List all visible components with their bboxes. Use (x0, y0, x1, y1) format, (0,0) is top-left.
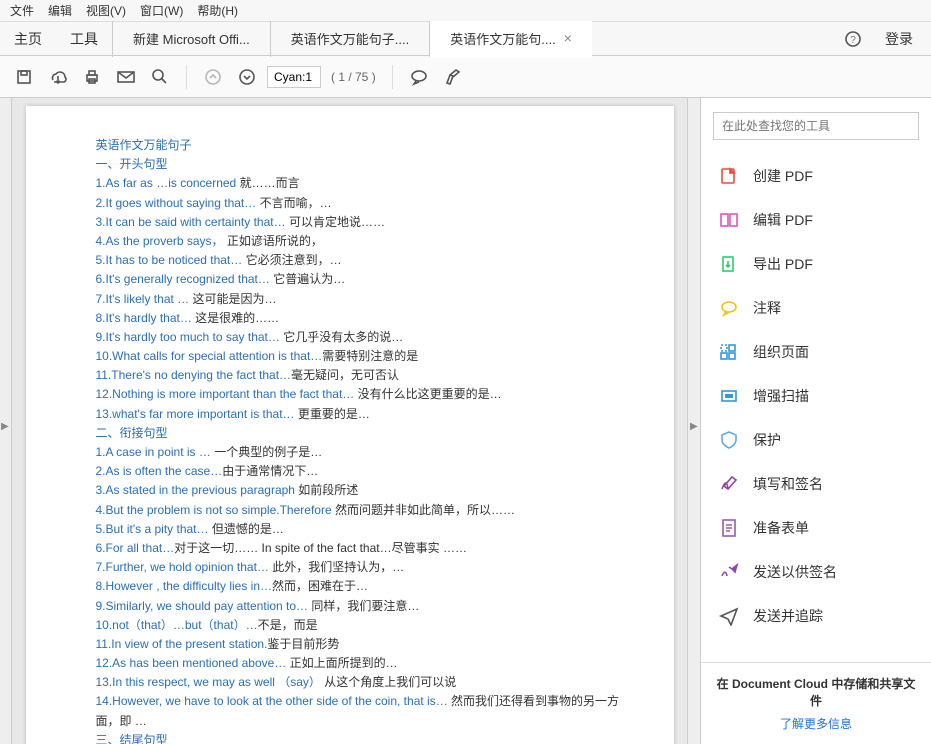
send-sign-icon (719, 562, 739, 582)
tool-label: 导出 PDF (753, 254, 813, 274)
cloud-promo-text: 在 Document Cloud 中存储和共享文件 (711, 675, 921, 709)
page-count: ( 1 / 75 ) (327, 70, 380, 84)
document-viewport[interactable]: 英语作文万能句子一、开头句型1.As far as …is concerned … (12, 98, 687, 744)
tool-item[interactable]: 导出 PDF (701, 242, 931, 286)
comment-icon (719, 298, 739, 318)
menu-编辑[interactable]: 编辑 (48, 2, 72, 19)
menu-帮助(H)[interactable]: 帮助(H) (197, 2, 238, 19)
chevron-right-icon: ▶ (690, 421, 698, 432)
document-tab[interactable]: 英语作文万能句.... × (429, 21, 592, 58)
cloud-promo: 在 Document Cloud 中存储和共享文件 了解更多信息 (701, 662, 931, 744)
tool-label: 创建 PDF (753, 166, 813, 186)
tools-panel: 创建 PDF 编辑 PDF 导出 PDF 注释组织页面增强扫描保护填写和签名准备表单发… (701, 98, 931, 744)
login-link[interactable]: 登录 (885, 29, 913, 49)
tool-label: 组织页面 (753, 342, 809, 362)
tool-label: 增强扫描 (753, 386, 809, 406)
menu-文件[interactable]: 文件 (10, 2, 34, 19)
save-icon[interactable] (10, 63, 38, 91)
tool-item[interactable]: 准备表单 (701, 506, 931, 550)
tool-label: 发送并追踪 (753, 606, 823, 626)
tool-label: 保护 (753, 430, 781, 450)
panel-divider[interactable]: ▶ (687, 98, 701, 744)
tool-item[interactable]: 创建 PDF (701, 154, 931, 198)
cloud-icon[interactable] (44, 63, 72, 91)
svg-text:?: ? (850, 35, 856, 46)
scan-icon (719, 386, 739, 406)
tab-label: 英语作文万能句子.... (291, 29, 409, 48)
export-icon (719, 254, 739, 274)
print-icon[interactable] (78, 63, 106, 91)
tool-item[interactable]: 增强扫描 (701, 374, 931, 418)
tab-label: 新建 Microsoft Offi... (133, 29, 250, 48)
document-tab[interactable]: 英语作文万能句子.... (270, 21, 429, 57)
tool-item[interactable]: 保护 (701, 418, 931, 462)
shield-icon (719, 430, 739, 450)
page-input[interactable] (267, 66, 321, 88)
menu-窗口(W)[interactable]: 窗口(W) (140, 2, 183, 19)
form-icon (719, 518, 739, 538)
tool-search-input[interactable] (713, 112, 919, 140)
edit-icon (719, 210, 739, 230)
comment-tool-icon[interactable] (405, 63, 433, 91)
main-tab[interactable]: 工具 (56, 21, 112, 57)
toolbar: ( 1 / 75 ) (0, 56, 931, 98)
tool-item[interactable]: 发送并追踪 (701, 594, 931, 638)
help-icon[interactable]: ? (839, 25, 867, 53)
mail-icon[interactable] (112, 63, 140, 91)
page-up-icon[interactable] (199, 63, 227, 91)
tool-item[interactable]: 注释 (701, 286, 931, 330)
tab-bar: 主页工具 新建 Microsoft Offi... 英语作文万能句子.... 英语作… (0, 22, 931, 56)
cloud-learn-more-link[interactable]: 了解更多信息 (711, 715, 921, 732)
organize-icon (719, 342, 739, 362)
tool-label: 编辑 PDF (753, 210, 813, 230)
sign-icon (719, 474, 739, 494)
menu-视图(V)[interactable]: 视图(V) (86, 2, 126, 19)
tool-label: 准备表单 (753, 518, 809, 538)
tool-item[interactable]: 组织页面 (701, 330, 931, 374)
document-tab[interactable]: 新建 Microsoft Offi... (112, 21, 270, 57)
track-icon (719, 606, 739, 626)
tool-label: 填写和签名 (753, 474, 823, 494)
create-icon (719, 166, 739, 186)
tool-item[interactable]: 发送以供签名 (701, 550, 931, 594)
left-panel-collapsed[interactable]: ▶ (0, 98, 12, 744)
search-icon[interactable] (146, 63, 174, 91)
chevron-right-icon: ▶ (1, 421, 9, 432)
tool-label: 注释 (753, 298, 781, 318)
tool-item[interactable]: 填写和签名 (701, 462, 931, 506)
tool-label: 发送以供签名 (753, 562, 837, 582)
menubar: 文件编辑视图(V) 窗口(W) 帮助(H) (0, 0, 931, 22)
pdf-page: 英语作文万能句子一、开头句型1.As far as …is concerned … (26, 106, 674, 744)
close-icon[interactable]: × (564, 30, 572, 46)
highlight-tool-icon[interactable] (439, 63, 467, 91)
tool-item[interactable]: 编辑 PDF (701, 198, 931, 242)
tab-label: 英语作文万能句.... (450, 29, 555, 48)
main-tab[interactable]: 主页 (0, 21, 56, 57)
page-down-icon[interactable] (233, 63, 261, 91)
